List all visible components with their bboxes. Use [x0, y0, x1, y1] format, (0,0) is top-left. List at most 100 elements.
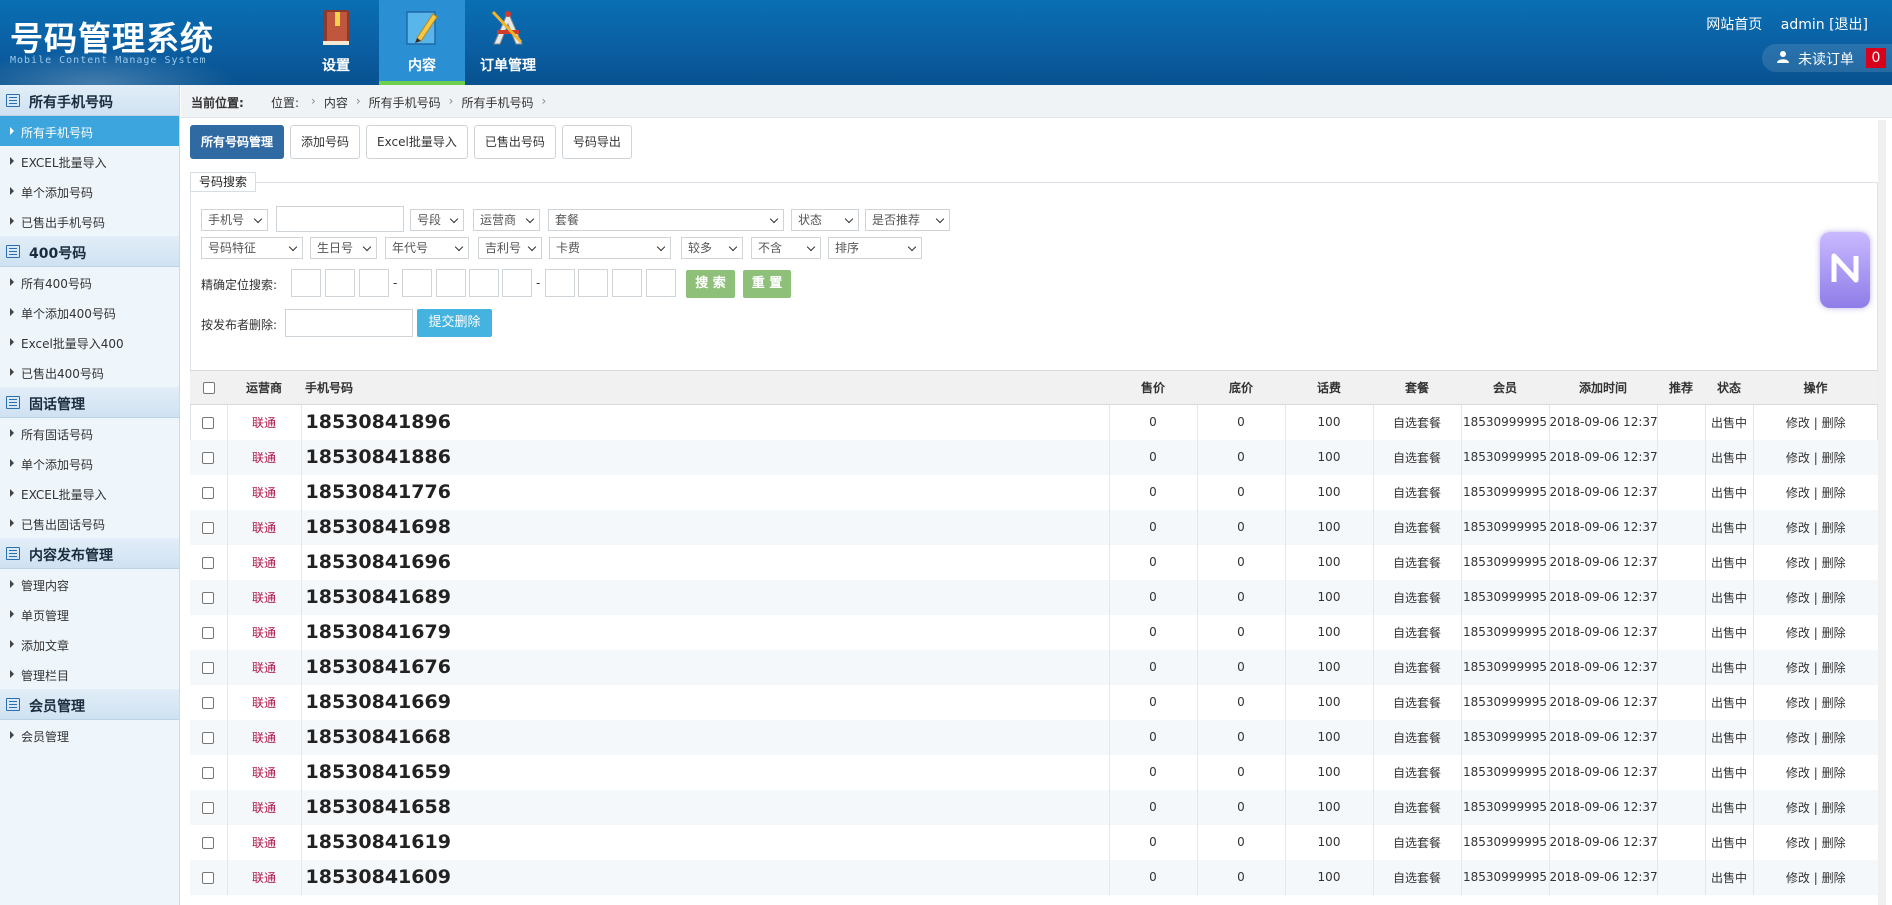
cell-act[interactable]: 修改 | 删除: [1752, 439, 1878, 475]
feature-select[interactable]: 号码特征: [201, 237, 303, 259]
row-checkbox[interactable]: [202, 591, 215, 604]
nav-content[interactable]: 内容: [379, 0, 465, 85]
recommend-select[interactable]: 是否推荐: [865, 209, 950, 231]
search-button[interactable]: 搜 索: [686, 270, 735, 298]
row-checkbox[interactable]: [202, 801, 215, 814]
sidebar-item-all-landline[interactable]: 所有固话号码: [0, 418, 179, 448]
sidebar-item-all-400[interactable]: 所有400号码: [0, 267, 179, 297]
sidebar-item-sold-400[interactable]: 已售出400号码: [0, 357, 179, 387]
nav-orders[interactable]: 订单管理: [465, 0, 551, 85]
sidebar-section-400[interactable]: 400号码: [0, 236, 179, 267]
row-checkbox[interactable]: [202, 766, 215, 779]
row-checkbox[interactable]: [202, 556, 215, 569]
breadcrumb-item[interactable]: 所有手机号码: [369, 94, 441, 111]
row-checkbox[interactable]: [202, 696, 215, 709]
cell-price: 0: [1108, 404, 1197, 440]
plan-select[interactable]: 套餐: [548, 209, 784, 231]
cell-act[interactable]: 修改 | 删除: [1752, 649, 1878, 685]
cell-time: 2018-09-06 12:37:16: [1548, 474, 1657, 510]
sort-select[interactable]: 排序: [828, 237, 922, 259]
digit-box[interactable]: [612, 269, 642, 297]
sidebar-item-sold-mobile[interactable]: 已售出手机号码: [0, 206, 179, 236]
sidebar-item-add-landline[interactable]: 单个添加号码: [0, 448, 179, 478]
row-checkbox[interactable]: [202, 521, 215, 534]
publisher-input[interactable]: [285, 309, 413, 337]
sidebar-section-landline[interactable]: 固话管理: [0, 387, 179, 418]
cell-act[interactable]: 修改 | 删除: [1752, 719, 1878, 755]
unread-orders[interactable]: 未读订单 0: [1762, 44, 1892, 72]
sidebar-section-mobile[interactable]: 所有手机号码: [0, 85, 179, 116]
card-fee-select[interactable]: 卡费: [549, 237, 671, 259]
nav-settings[interactable]: 设置: [293, 0, 379, 85]
sidebar-item-excel-400[interactable]: Excel批量导入400: [0, 327, 179, 357]
segment-select[interactable]: 号段: [410, 209, 464, 231]
tab-export-numbers[interactable]: 号码导出: [561, 125, 632, 159]
cell-act[interactable]: 修改 | 删除: [1752, 754, 1878, 790]
digit-box[interactable]: [646, 269, 676, 297]
cell-act[interactable]: 修改 | 删除: [1752, 824, 1878, 860]
sidebar-item-members[interactable]: 会员管理: [0, 720, 179, 750]
year-select[interactable]: 年代号: [385, 237, 469, 259]
sidebar-item-excel-landline[interactable]: EXCEL批量导入: [0, 478, 179, 508]
floating-assistant-icon[interactable]: [1820, 232, 1870, 308]
sidebar-item-single-page[interactable]: 单页管理: [0, 599, 179, 629]
row-checkbox[interactable]: [202, 871, 215, 884]
digit-box[interactable]: [502, 269, 532, 297]
user-logout-link[interactable]: admin [退出]: [1781, 17, 1868, 33]
sidebar-item-all-mobile[interactable]: 所有手机号码: [0, 116, 179, 146]
tab-add-number[interactable]: 添加号码: [290, 125, 361, 159]
phone-number-input[interactable]: [276, 206, 404, 232]
phone-type-select[interactable]: 手机号: [201, 209, 268, 231]
tab-excel-import[interactable]: Excel批量导入: [366, 125, 468, 159]
tab-sold-numbers[interactable]: 已售出号码: [473, 125, 556, 159]
row-checkbox[interactable]: [202, 661, 215, 674]
exclude-select[interactable]: 不含: [751, 237, 821, 259]
row-checkbox[interactable]: [202, 451, 215, 464]
sidebar-item-manage-column[interactable]: 管理栏目: [0, 659, 179, 689]
carrier-select[interactable]: 运营商: [473, 209, 540, 231]
cell-act[interactable]: 修改 | 删除: [1752, 859, 1878, 895]
site-home-link[interactable]: 网站首页: [1706, 17, 1762, 33]
lucky-select[interactable]: 吉利号: [478, 237, 542, 259]
row-checkbox[interactable]: [202, 836, 215, 849]
cell-act[interactable]: 修改 | 删除: [1752, 579, 1878, 615]
breadcrumb-item[interactable]: 内容: [324, 94, 348, 111]
row-checkbox[interactable]: [202, 416, 215, 429]
cell-act[interactable]: 修改 | 删除: [1752, 509, 1878, 545]
cell-act[interactable]: 修改 | 删除: [1752, 614, 1878, 650]
cell-act[interactable]: 修改 | 删除: [1752, 404, 1878, 440]
cell-act[interactable]: 修改 | 删除: [1752, 789, 1878, 825]
row-checkbox[interactable]: [202, 486, 215, 499]
digit-box[interactable]: [545, 269, 575, 297]
row-checkbox[interactable]: [202, 731, 215, 744]
sidebar-item-add-article[interactable]: 添加文章: [0, 629, 179, 659]
sidebar-item-excel-import[interactable]: EXCEL批量导入: [0, 146, 179, 176]
select-all-checkbox[interactable]: [202, 382, 215, 394]
status-select[interactable]: 状态: [791, 209, 859, 231]
cell-act[interactable]: 修改 | 删除: [1752, 474, 1878, 510]
sidebar-item-add-number[interactable]: 单个添加号码: [0, 176, 179, 206]
cell-act[interactable]: 修改 | 删除: [1752, 544, 1878, 580]
vertical-scrollbar[interactable]: [1878, 120, 1886, 905]
sidebar-section-members[interactable]: 会员管理: [0, 689, 179, 720]
more-select[interactable]: 较多: [681, 237, 743, 259]
submit-delete-button[interactable]: 提交删除: [417, 309, 492, 337]
digit-box[interactable]: [436, 269, 466, 297]
breadcrumb-item[interactable]: 所有手机号码: [461, 94, 533, 111]
sidebar-item-add-400[interactable]: 单个添加400号码: [0, 297, 179, 327]
tab-all-numbers[interactable]: 所有号码管理: [190, 125, 285, 159]
sidebar-section-content[interactable]: 内容发布管理: [0, 538, 179, 569]
cell-status: 出售中: [1704, 439, 1753, 475]
sidebar-item-manage-content[interactable]: 管理内容: [0, 569, 179, 599]
digit-box[interactable]: [291, 269, 321, 297]
birthday-select[interactable]: 生日号: [310, 237, 377, 259]
digit-box[interactable]: [578, 269, 608, 297]
digit-box[interactable]: [325, 269, 355, 297]
sidebar-item-sold-landline[interactable]: 已售出固话号码: [0, 508, 179, 538]
digit-box[interactable]: [402, 269, 432, 297]
cell-act[interactable]: 修改 | 删除: [1752, 684, 1878, 720]
row-checkbox[interactable]: [202, 626, 215, 639]
digit-box[interactable]: [359, 269, 389, 297]
reset-button[interactable]: 重 置: [743, 270, 791, 298]
digit-box[interactable]: [469, 269, 499, 297]
